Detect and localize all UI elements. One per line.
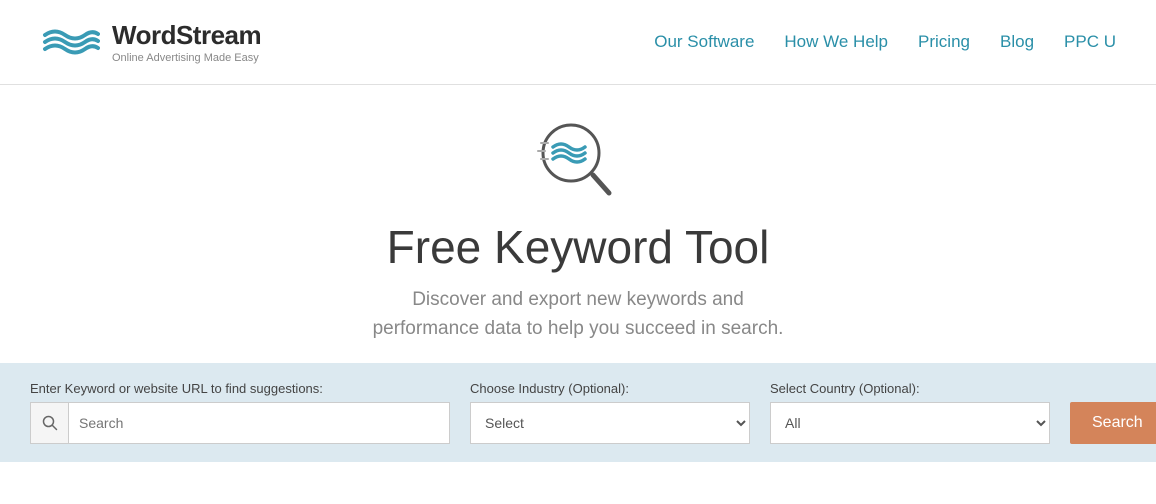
search-section: Enter Keyword or website URL to find sug… [0,363,1156,462]
nav-our-software[interactable]: Our Software [654,32,754,52]
nav-blog[interactable]: Blog [1000,32,1034,52]
hero-icon-area [533,115,623,210]
industry-select[interactable]: Select Automotive Beauty & Personal Care… [470,402,750,444]
country-label: Select Country (Optional): [770,381,1050,396]
logo-text-block: WordStream Online Advertising Made Easy [112,20,261,64]
logo-area: WordStream Online Advertising Made Easy [40,20,261,65]
hero-subtitle: Discover and export new keywords and per… [373,286,784,343]
country-select[interactable]: All United States United Kingdom Canada … [770,402,1050,444]
keyword-tool-icon [533,115,623,205]
header: WordStream Online Advertising Made Easy … [0,0,1156,85]
nav-how-we-help[interactable]: How We Help [784,32,888,52]
hero-title: Free Keyword Tool [387,220,770,274]
hero-section: Free Keyword Tool Discover and export ne… [0,85,1156,363]
industry-label: Choose Industry (Optional): [470,381,750,396]
industry-field-group: Choose Industry (Optional): Select Autom… [470,381,750,444]
keyword-label: Enter Keyword or website URL to find sug… [30,381,450,396]
logo-tagline: Online Advertising Made Easy [112,52,261,64]
keyword-field-wrap [30,402,450,444]
keyword-field-group: Enter Keyword or website URL to find sug… [30,381,450,444]
keyword-input[interactable] [69,403,449,443]
search-icon-box [31,403,69,443]
nav-pricing[interactable]: Pricing [918,32,970,52]
search-button[interactable]: Search [1070,402,1156,444]
nav-ppc-u[interactable]: PPC U [1064,32,1116,52]
main-nav: Our Software How We Help Pricing Blog PP… [654,32,1116,52]
search-icon [42,415,58,431]
country-field-group: Select Country (Optional): All United St… [770,381,1050,444]
logo-brand: WordStream [112,20,261,51]
wordstream-logo-icon [40,20,100,65]
